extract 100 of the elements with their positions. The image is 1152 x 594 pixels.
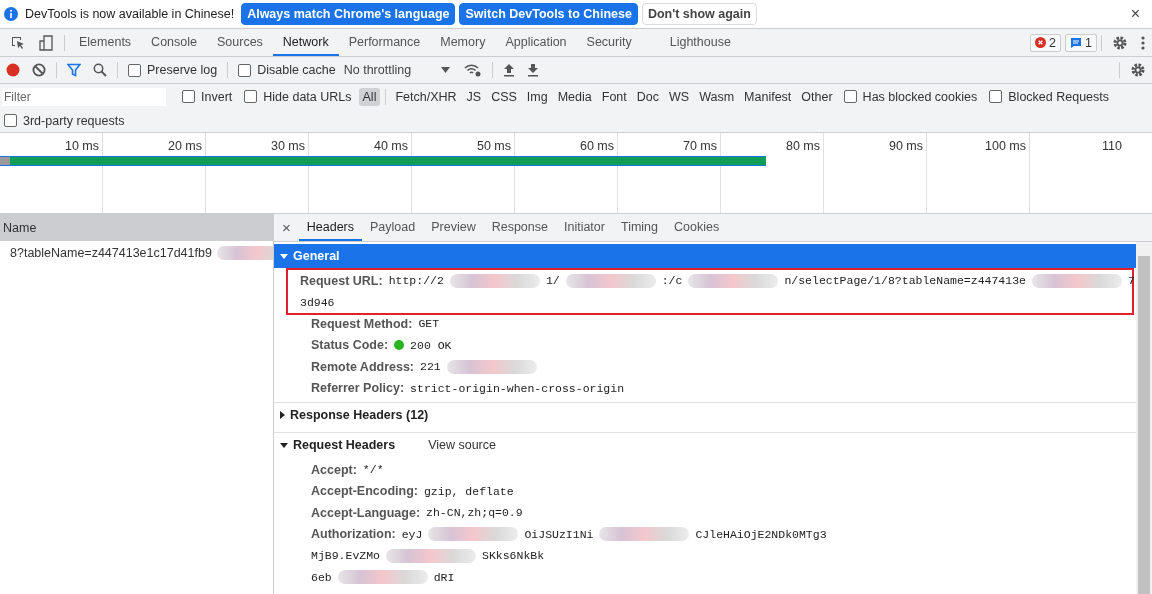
status-dot: [394, 340, 405, 351]
infobar-button[interactable]: Switch DevTools to Chinese: [459, 3, 638, 25]
detail-tab[interactable]: Timing: [612, 214, 666, 241]
section-header[interactable]: Response Headers (12): [274, 403, 1136, 427]
type-filter-button[interactable]: Img: [522, 87, 552, 106]
checkbox[interactable]: [244, 90, 258, 103]
type-filter-button[interactable]: Fetch/XHR: [391, 87, 461, 106]
header-name: Status Code:: [311, 338, 389, 353]
request-row[interactable]: 8?tableName=z447413e1c17d41fb9: [0, 241, 273, 265]
panel-tab[interactable]: Sources: [207, 29, 273, 56]
type-filter-button[interactable]: Manifest: [740, 87, 796, 106]
header-value: 200 OK: [410, 338, 452, 352]
timeline-tick-label: 60 ms: [579, 139, 614, 153]
type-filter-button[interactable]: All: [358, 87, 381, 106]
type-filter-button[interactable]: WS: [665, 87, 694, 106]
header-value: 3d946: [300, 295, 335, 309]
checkbox[interactable]: [182, 90, 195, 103]
timeline-tick-label: 10 ms: [64, 139, 99, 153]
close-button[interactable]: ×: [1124, 5, 1146, 23]
record-icon[interactable]: [6, 63, 20, 77]
infobar-message: DevTools is now available in Chinese!: [25, 7, 235, 21]
type-filter-button[interactable]: Wasm: [695, 87, 739, 106]
checkbox-label: Hide data URLs: [263, 89, 352, 104]
timeline-tick-label: 40 ms: [373, 139, 408, 153]
request-name: 8?tableName=z447413e1c17d41fb9: [10, 246, 212, 260]
panel-tab[interactable]: Performance: [338, 29, 431, 56]
checkbox-label: Preserve log: [147, 63, 218, 77]
filter-field[interactable]: Filter: [2, 87, 166, 106]
scrollbar[interactable]: [1136, 242, 1152, 594]
header-name: Accept-Language:: [311, 505, 421, 520]
panel-tab[interactable]: Memory: [430, 29, 496, 56]
close-button[interactable]: ×: [274, 219, 299, 236]
clear-icon[interactable]: [32, 63, 46, 77]
checkbox[interactable]: [238, 63, 252, 77]
header-value: 6eb: [311, 570, 332, 584]
settings-icon[interactable]: [1112, 34, 1128, 51]
type-filter-button[interactable]: CSS: [487, 87, 521, 106]
infobar-button[interactable]: Don't show again: [641, 3, 757, 25]
type-filter-button[interactable]: Other: [797, 87, 837, 106]
checkbox[interactable]: [4, 114, 17, 127]
type-filter-button[interactable]: Doc: [632, 87, 663, 106]
header-value: 7: [1127, 274, 1135, 288]
header-value: gzip, deflate: [423, 484, 514, 498]
upload-icon[interactable]: [503, 63, 516, 77]
type-filter-button[interactable]: Font: [597, 87, 631, 106]
header-name: Request Method:: [311, 316, 413, 331]
timeline-tick-label: 50 ms: [476, 139, 511, 153]
download-icon[interactable]: [527, 63, 540, 77]
timeline-tick-label: 30 ms: [270, 139, 305, 153]
header-value: http://2: [388, 274, 444, 288]
settings-icon[interactable]: [1130, 62, 1146, 78]
detail-tab[interactable]: Response: [483, 214, 556, 241]
device-icon[interactable]: [38, 34, 54, 51]
panel-tab[interactable]: Application: [495, 29, 577, 56]
wifi-gear-icon[interactable]: [464, 63, 483, 77]
name-column-header[interactable]: Name: [0, 214, 273, 241]
header-value: :/c: [661, 274, 683, 288]
header-value: 221: [420, 360, 441, 374]
panel-tab[interactable]: Lighthouse: [641, 29, 741, 56]
header-value: */*: [362, 463, 384, 477]
checkbox-label: Disable cache: [257, 63, 336, 77]
redacted-blur: [216, 246, 273, 260]
detail-tab[interactable]: Payload: [362, 214, 424, 241]
section-header[interactable]: Request Headers View source: [274, 433, 1136, 457]
inspect-icon[interactable]: [10, 34, 26, 51]
checkbox-label: Has blocked cookies: [862, 89, 978, 104]
header-value: MjB9.EvZMo: [311, 549, 380, 563]
error-count-badge[interactable]: 2: [1030, 33, 1062, 52]
info-icon: [3, 6, 19, 22]
header-name: Accept:: [311, 462, 357, 477]
header-value: 1/: [545, 274, 560, 288]
more-icon[interactable]: [1140, 34, 1146, 51]
type-filter-button[interactable]: Media: [553, 87, 596, 106]
timeline-tick-label: 70 ms: [682, 139, 717, 153]
throttling-dropdown[interactable]: No throttling: [343, 63, 451, 77]
detail-tab[interactable]: Initiator: [555, 214, 613, 241]
checkbox-label: Invert: [201, 89, 233, 104]
header-value: dRI: [433, 570, 455, 584]
section-header[interactable]: General: [274, 244, 1136, 268]
panel-tab[interactable]: Elements: [69, 29, 142, 56]
header-value: strict-origin-when-cross-origin: [410, 381, 625, 395]
header-name: Remote Address:: [311, 359, 415, 374]
filter-icon[interactable]: [67, 63, 81, 77]
message-count-badge[interactable]: 1: [1065, 33, 1097, 52]
search-icon[interactable]: [93, 63, 107, 77]
checkbox[interactable]: [128, 63, 141, 77]
checkbox-label: 3rd-party requests: [23, 113, 125, 128]
header-name: Accept-Encoding:: [311, 484, 418, 499]
infobar-button[interactable]: Always match Chrome's language: [241, 3, 456, 25]
detail-tab[interactable]: Headers: [298, 214, 362, 241]
checkbox-label: Blocked Requests: [1008, 89, 1110, 104]
checkbox[interactable]: [989, 90, 1003, 103]
detail-tab[interactable]: Preview: [423, 214, 484, 241]
type-filter-button[interactable]: JS: [462, 87, 486, 106]
panel-tab[interactable]: Console: [141, 29, 207, 56]
checkbox[interactable]: [843, 90, 857, 103]
timeline-tick-label: 110: [1102, 139, 1122, 153]
header-value: OiJSUzI1Ni: [524, 527, 594, 541]
detail-tab[interactable]: Cookies: [666, 214, 728, 241]
panel-tab[interactable]: Security: [576, 29, 642, 56]
